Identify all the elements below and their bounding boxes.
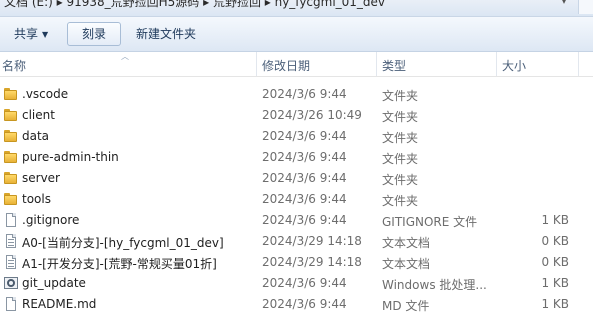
file-type: 文件夹 — [382, 131, 419, 145]
file-name: git_update — [22, 276, 86, 290]
new-folder-button[interactable]: 新建文件夹 — [130, 23, 202, 45]
file-modified: 2024/3/6 9:44 — [262, 276, 347, 290]
file-size: 0 KB — [541, 234, 569, 248]
file-modified: 2024/3/6 9:44 — [262, 192, 347, 206]
column-header: ︿ 名称 修改日期 类型 大小 — [0, 52, 593, 77]
file-name: data — [22, 129, 50, 143]
column-divider[interactable] — [578, 52, 579, 76]
file-type: Windows 批处理... — [382, 278, 487, 292]
file-row[interactable]: server 2024/3/6 9:44 文件夹 — [0, 168, 593, 189]
file-row[interactable]: A1-[开发分支]-[荒野-常规买量01折] 2024/3/29 14:18 文… — [0, 252, 593, 273]
file-name: README.md — [22, 297, 97, 311]
file-row[interactable]: git_update 2024/3/6 9:44 Windows 批处理... … — [0, 273, 593, 294]
folder-icon — [4, 150, 18, 164]
file-type: 文本文档 — [382, 236, 431, 250]
file-modified: 2024/3/6 9:44 — [262, 129, 347, 143]
caret-down-icon: ▼ — [42, 30, 49, 39]
file-icon — [4, 213, 18, 227]
chevron-down-icon[interactable]: ▾ — [556, 0, 572, 12]
file-icon — [4, 297, 18, 311]
file-modified: 2024/3/26 10:49 — [262, 108, 362, 122]
sort-ascending-icon: ︿ — [121, 52, 129, 61]
file-name: pure-admin-thin — [22, 150, 119, 164]
file-size: 0 KB — [541, 255, 569, 269]
file-size: 1 KB — [541, 213, 569, 227]
file-type: 文件夹 — [382, 110, 419, 124]
file-row[interactable]: client 2024/3/26 10:49 文件夹 — [0, 105, 593, 126]
folder-icon — [4, 87, 18, 101]
file-size: 1 KB — [541, 276, 569, 290]
file-type: 文件夹 — [382, 89, 419, 103]
file-type: 文件夹 — [382, 194, 419, 208]
share-button[interactable]: 共享 ▼ — [8, 23, 54, 45]
file-size: 1 KB — [541, 297, 569, 311]
file-modified: 2024/3/6 9:44 — [262, 171, 347, 185]
file-modified: 2024/3/29 14:18 — [262, 255, 362, 269]
file-type: 文本文档 — [382, 257, 431, 271]
file-row[interactable]: tools 2024/3/6 9:44 文件夹 — [0, 189, 593, 210]
folder-icon — [4, 108, 18, 122]
share-label: 共享 — [14, 27, 39, 41]
file-name: .gitignore — [22, 213, 80, 227]
file-type: MD 文件 — [382, 299, 430, 313]
file-modified: 2024/3/6 9:44 — [262, 87, 347, 101]
column-divider[interactable] — [256, 52, 257, 76]
command-toolbar: 共享 ▼ 刻录 新建文件夹 — [0, 17, 593, 52]
file-type: 文件夹 — [382, 152, 419, 166]
file-list: .vscode 2024/3/6 9:44 文件夹 client 2024/3/… — [0, 84, 593, 315]
column-type-header[interactable]: 类型 — [382, 57, 406, 74]
column-size-header[interactable]: 大小 — [502, 57, 526, 74]
folder-icon — [4, 171, 18, 185]
file-modified: 2024/3/6 9:44 — [262, 213, 347, 227]
file-row[interactable]: pure-admin-thin 2024/3/6 9:44 文件夹 — [0, 147, 593, 168]
column-divider[interactable] — [496, 52, 497, 76]
file-modified: 2024/3/6 9:44 — [262, 150, 347, 164]
file-modified: 2024/3/29 14:18 — [262, 234, 362, 248]
file-name: A0-[当前分支]-[hy_fycgml_01_dev] — [22, 236, 224, 250]
file-type: 文件夹 — [382, 173, 419, 187]
file-row[interactable]: .vscode 2024/3/6 9:44 文件夹 — [0, 84, 593, 105]
file-name: client — [22, 108, 55, 122]
file-row[interactable]: A0-[当前分支]-[hy_fycgml_01_dev] 2024/3/29 1… — [0, 231, 593, 252]
file-row[interactable]: .gitignore 2024/3/6 9:44 GITIGNORE 文件 1 … — [0, 210, 593, 231]
refresh-button[interactable] — [578, 0, 593, 14]
text-file-icon — [4, 255, 18, 269]
address-path[interactable]: 文档 (E:) ▸ 91938_荒野捡回H5源码 ▸ 荒野捡回 ▸ hy_fyc… — [4, 0, 385, 10]
column-divider[interactable] — [376, 52, 377, 76]
address-bar[interactable]: 文档 (E:) ▸ 91938_荒野捡回H5源码 ▸ 荒野捡回 ▸ hy_fyc… — [0, 0, 593, 17]
file-modified: 2024/3/6 9:44 — [262, 297, 347, 311]
batch-file-icon — [4, 276, 18, 290]
file-name: tools — [22, 192, 51, 206]
file-name: server — [22, 171, 60, 185]
file-row[interactable]: README.md 2024/3/6 9:44 MD 文件 1 KB — [0, 294, 593, 315]
file-name: .vscode — [22, 87, 69, 101]
file-row[interactable]: data 2024/3/6 9:44 文件夹 — [0, 126, 593, 147]
column-name-header[interactable]: 名称 — [2, 57, 26, 74]
column-modified-header[interactable]: 修改日期 — [262, 57, 310, 74]
burn-button[interactable]: 刻录 — [67, 22, 121, 46]
file-type: GITIGNORE 文件 — [382, 215, 478, 229]
folder-icon — [4, 129, 18, 143]
folder-icon — [4, 192, 18, 206]
text-file-icon — [4, 234, 18, 248]
file-name: A1-[开发分支]-[荒野-常规买量01折] — [22, 257, 217, 271]
